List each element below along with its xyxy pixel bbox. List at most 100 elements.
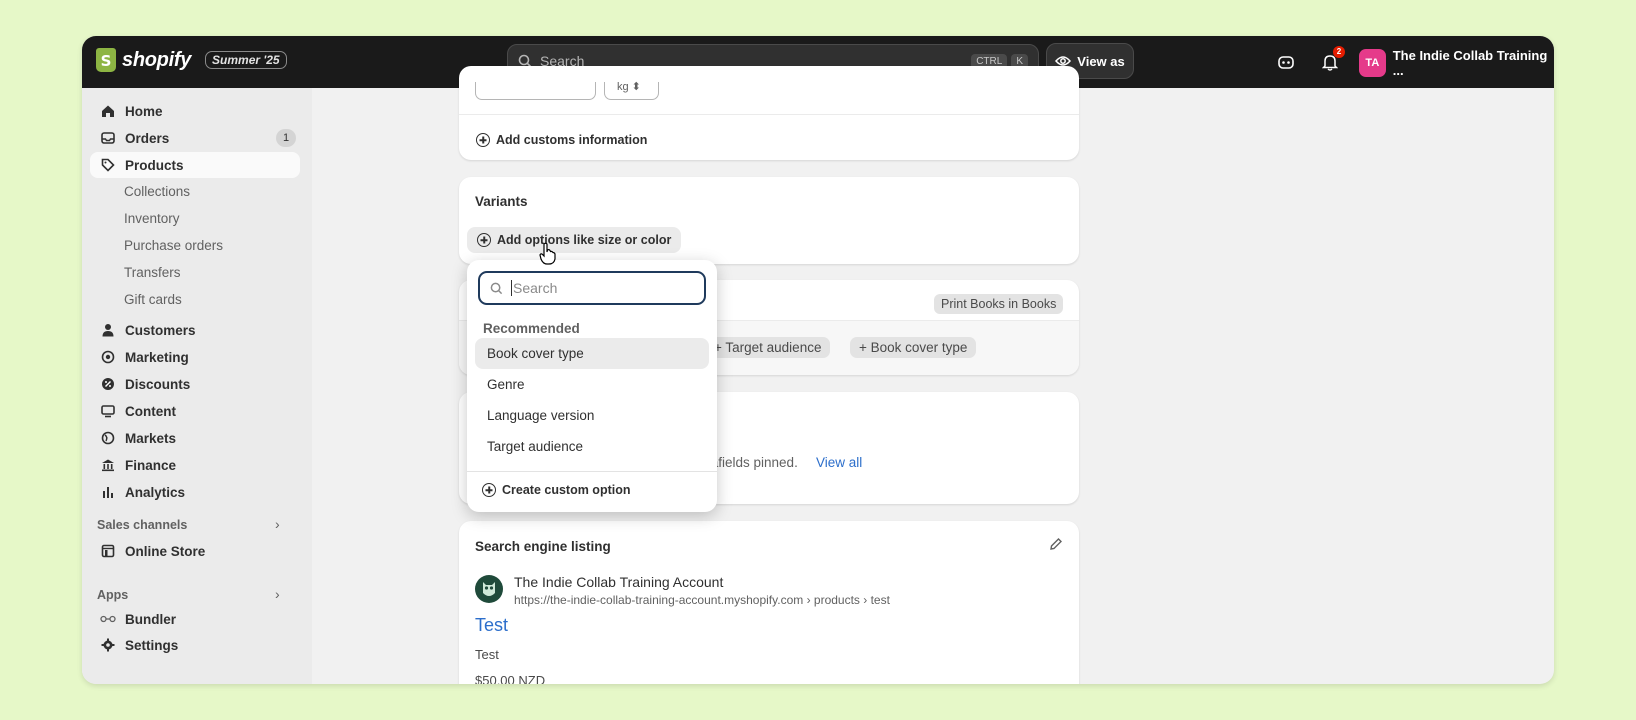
sidebar-item-orders[interactable]: Orders 1	[90, 125, 300, 151]
add-options-button[interactable]: Add options like size or color	[467, 227, 682, 253]
store-menu[interactable]: TA The Indie Collab Training ...	[1359, 48, 1554, 78]
apps-heading: Apps	[97, 588, 129, 602]
seo-card: Search engine listing The Indie Collab T…	[459, 521, 1079, 684]
shipping-card: kg ⬍ Add customs information	[459, 66, 1079, 160]
chevron-right-icon[interactable]: ›	[275, 586, 280, 602]
target-icon	[100, 349, 116, 365]
suggestion-chip-book-cover-type[interactable]: + Book cover type	[850, 337, 977, 358]
sidebar-item-label: Finance	[125, 457, 177, 473]
view-as-label: View as	[1077, 53, 1125, 69]
edition-badge: Summer '25	[205, 51, 287, 69]
suggestion-chip-target-audience[interactable]: + Target audience	[705, 337, 831, 358]
discount-icon	[100, 376, 116, 392]
inbox-icon	[100, 130, 116, 146]
variants-title: Variants	[475, 194, 528, 209]
divider	[459, 114, 1079, 115]
add-circle-icon	[477, 233, 491, 247]
monitor-icon	[100, 403, 116, 419]
seo-description: Test	[475, 647, 499, 662]
sidebar-item-label: Markets	[125, 430, 177, 446]
option-picker-popover: Search Recommended Book cover type Genre…	[467, 260, 717, 512]
bank-icon	[100, 457, 116, 473]
admin-window: S shopify Summer '25 Search CTRL K View …	[82, 36, 1554, 684]
globe-icon	[100, 430, 116, 446]
edit-pencil-icon[interactable]	[1049, 537, 1063, 556]
sidebar-item-finance[interactable]: Finance	[90, 452, 300, 478]
sidebar-item-label: Bundler	[125, 611, 177, 627]
home-icon	[100, 103, 116, 119]
option-book-cover-type[interactable]: Book cover type	[475, 338, 709, 369]
sidebar-item-home[interactable]: Home	[90, 98, 300, 124]
create-custom-label: Create custom option	[502, 483, 631, 497]
suggestion-chip-label: Book cover type	[870, 340, 968, 355]
hand-cursor-icon	[539, 242, 556, 265]
option-search-placeholder: Search	[511, 280, 558, 296]
sidebar-item-label: Discounts	[125, 376, 191, 392]
bundler-icon	[100, 611, 116, 627]
tag-icon	[100, 157, 116, 173]
add-circle-icon	[482, 483, 496, 497]
sidebar-item-transfers[interactable]: Transfers	[124, 265, 181, 280]
add-circle-icon	[476, 133, 490, 147]
sidebar-item-bundler[interactable]: Bundler	[90, 606, 300, 632]
logo-text: shopify	[122, 48, 192, 71]
shopify-logo[interactable]: S shopify Summer '25	[96, 48, 287, 72]
sidebar-item-online-store[interactable]: Online Store	[90, 538, 300, 564]
add-options-label: Add options like size or color	[497, 233, 672, 247]
sidekick-icon	[1278, 56, 1294, 69]
chevron-right-icon[interactable]: ›	[275, 516, 280, 532]
sidebar-item-settings[interactable]: Settings	[90, 632, 300, 658]
seo-title: Search engine listing	[475, 539, 611, 554]
seo-url: https://the-indie-collab-training-accoun…	[514, 593, 890, 607]
sidebar-item-gift-cards[interactable]: Gift cards	[124, 292, 182, 307]
sidebar-item-customers[interactable]: Customers	[90, 317, 300, 343]
sidebar-item-label: Content	[125, 403, 176, 419]
gear-icon	[100, 637, 116, 653]
option-language-version[interactable]: Language version	[475, 400, 709, 431]
suggestion-chip-label: Target audience	[725, 340, 822, 355]
sidebar-item-label: Online Store	[125, 543, 206, 559]
seo-page-title: Test	[475, 615, 509, 635]
sidebar-item-label: Marketing	[125, 349, 189, 365]
bar-chart-icon	[100, 484, 116, 500]
category-badge: Print Books in Books	[934, 294, 1064, 314]
search-icon	[490, 282, 503, 294]
orders-count-badge: 1	[276, 129, 296, 147]
seo-price: $50.00 NZD	[475, 673, 546, 684]
sidebar-item-products[interactable]: Products	[90, 152, 300, 178]
notifications-button[interactable]: 2	[1319, 46, 1345, 73]
sidebar-item-analytics[interactable]: Analytics	[90, 479, 300, 505]
sidebar-item-marketing[interactable]: Marketing	[90, 344, 300, 370]
option-genre[interactable]: Genre	[475, 369, 709, 400]
notification-count-badge: 2	[1333, 46, 1345, 58]
sidebar-item-purchase-orders[interactable]: Purchase orders	[124, 238, 223, 253]
sidebar-item-label: Home	[125, 103, 163, 119]
option-search-input[interactable]: Search	[478, 271, 706, 305]
sidebar-item-discounts[interactable]: Discounts	[90, 371, 300, 397]
sidebar-item-markets[interactable]: Markets	[90, 425, 300, 451]
option-target-audience[interactable]: Target audience	[475, 431, 709, 462]
divider	[467, 471, 717, 472]
sidebar-item-label: Settings	[125, 637, 179, 653]
create-custom-option-button[interactable]: Create custom option	[482, 483, 631, 497]
recommended-heading: Recommended	[483, 321, 580, 336]
metafields-text: tafields pinned.	[707, 455, 798, 470]
sidebar-item-label: Analytics	[125, 484, 186, 500]
sidebar-item-label: Orders	[125, 130, 170, 146]
store-name: The Indie Collab Training ...	[1392, 48, 1548, 78]
sidebar-item-content[interactable]: Content	[90, 398, 300, 424]
view-all-link[interactable]: View all	[816, 455, 862, 470]
add-customs-button[interactable]: Add customs information	[476, 133, 647, 147]
avatar: TA	[1359, 49, 1386, 77]
sidebar-item-label: Products	[125, 157, 184, 173]
shopify-bag-icon: S	[96, 48, 116, 72]
weight-unit-value: kg	[617, 81, 629, 93]
sidebar-item-inventory[interactable]: Inventory	[124, 211, 180, 226]
sidebar-item-label: Customers	[125, 322, 196, 338]
weight-unit-select[interactable]: kg ⬍	[604, 82, 659, 100]
sales-channels-heading: Sales channels	[97, 518, 188, 532]
store-icon	[100, 543, 116, 559]
sidebar-item-collections[interactable]: Collections	[124, 184, 190, 199]
sidekick-button[interactable]	[1275, 51, 1297, 73]
weight-input[interactable]	[475, 82, 596, 100]
